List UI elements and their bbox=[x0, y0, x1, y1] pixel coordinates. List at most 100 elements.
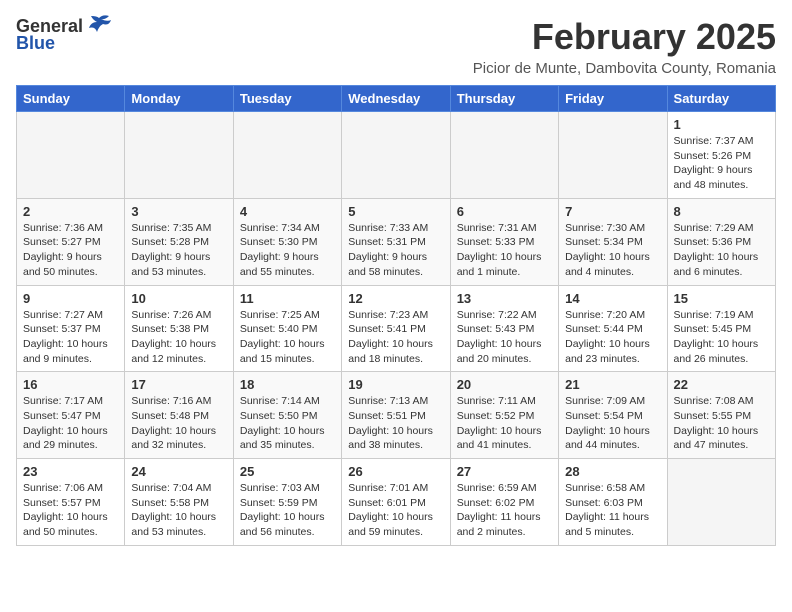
day-number: 10 bbox=[131, 291, 226, 306]
day-info: Sunrise: 7:30 AM Sunset: 5:34 PM Dayligh… bbox=[565, 221, 660, 280]
calendar-cell: 9Sunrise: 7:27 AM Sunset: 5:37 PM Daylig… bbox=[17, 285, 125, 372]
day-info: Sunrise: 7:35 AM Sunset: 5:28 PM Dayligh… bbox=[131, 221, 226, 280]
day-header-tuesday: Tuesday bbox=[233, 86, 341, 112]
day-number: 25 bbox=[240, 464, 335, 479]
day-info: Sunrise: 7:26 AM Sunset: 5:38 PM Dayligh… bbox=[131, 308, 226, 367]
day-info: Sunrise: 7:33 AM Sunset: 5:31 PM Dayligh… bbox=[348, 221, 443, 280]
day-info: Sunrise: 6:59 AM Sunset: 6:02 PM Dayligh… bbox=[457, 481, 552, 540]
day-info: Sunrise: 7:09 AM Sunset: 5:54 PM Dayligh… bbox=[565, 394, 660, 453]
day-info: Sunrise: 7:14 AM Sunset: 5:50 PM Dayligh… bbox=[240, 394, 335, 453]
calendar-week-4: 16 Sunrise: 7:17 AM Sunset: 5:47 PM Dayli… bbox=[17, 372, 776, 459]
calendar-week-3: 9Sunrise: 7:27 AM Sunset: 5:37 PM Daylig… bbox=[17, 285, 776, 372]
day-number: 13 bbox=[457, 291, 552, 306]
day-number: 1 bbox=[674, 117, 769, 132]
day-number: 6 bbox=[457, 204, 552, 219]
calendar-cell: 18 Sunrise: 7:14 AM Sunset: 5:50 PM Dayli… bbox=[233, 372, 341, 459]
day-info: Sunrise: 7:03 AM Sunset: 5:59 PM Dayligh… bbox=[240, 481, 335, 540]
calendar-cell: 15 Sunrise: 7:19 AM Sunset: 5:45 PM Dayli… bbox=[667, 285, 775, 372]
day-info: Sunrise: 7:34 AM Sunset: 5:30 PM Dayligh… bbox=[240, 221, 335, 280]
day-header-wednesday: Wednesday bbox=[342, 86, 450, 112]
calendar-cell: 23 Sunrise: 7:06 AM Sunset: 5:57 PM Dayli… bbox=[17, 459, 125, 546]
calendar-cell: 6Sunrise: 7:31 AM Sunset: 5:33 PM Daylig… bbox=[450, 198, 558, 285]
calendar-cell: 21 Sunrise: 7:09 AM Sunset: 5:54 PM Dayli… bbox=[559, 372, 667, 459]
calendar-table: SundayMondayTuesdayWednesdayThursdayFrid… bbox=[16, 85, 776, 546]
calendar-cell: 27Sunrise: 6:59 AM Sunset: 6:02 PM Dayli… bbox=[450, 459, 558, 546]
day-header-saturday: Saturday bbox=[667, 86, 775, 112]
day-header-sunday: Sunday bbox=[17, 86, 125, 112]
day-info: Sunrise: 7:22 AM Sunset: 5:43 PM Dayligh… bbox=[457, 308, 552, 367]
calendar-cell bbox=[342, 112, 450, 199]
day-number: 8 bbox=[674, 204, 769, 219]
day-number: 18 bbox=[240, 377, 335, 392]
day-number: 20 bbox=[457, 377, 552, 392]
calendar-cell: 28 Sunrise: 6:58 AM Sunset: 6:03 PM Dayli… bbox=[559, 459, 667, 546]
day-number: 21 bbox=[565, 377, 660, 392]
day-info: Sunrise: 7:17 AM Sunset: 5:47 PM Dayligh… bbox=[23, 394, 118, 453]
day-info: Sunrise: 7:11 AM Sunset: 5:52 PM Dayligh… bbox=[457, 394, 552, 453]
logo: General Blue bbox=[16, 16, 113, 54]
day-info: Sunrise: 7:20 AM Sunset: 5:44 PM Dayligh… bbox=[565, 308, 660, 367]
day-info: Sunrise: 7:36 AM Sunset: 5:27 PM Dayligh… bbox=[23, 221, 118, 280]
calendar-week-5: 23 Sunrise: 7:06 AM Sunset: 5:57 PM Dayli… bbox=[17, 459, 776, 546]
day-info: Sunrise: 7:06 AM Sunset: 5:57 PM Dayligh… bbox=[23, 481, 118, 540]
calendar-cell bbox=[125, 112, 233, 199]
day-number: 16 bbox=[23, 377, 118, 392]
calendar-cell: 13 Sunrise: 7:22 AM Sunset: 5:43 PM Dayli… bbox=[450, 285, 558, 372]
calendar-cell: 24 Sunrise: 7:04 AM Sunset: 5:58 PM Dayli… bbox=[125, 459, 233, 546]
logo-blue: Blue bbox=[16, 33, 55, 54]
calendar-header-row: SundayMondayTuesdayWednesdayThursdayFrid… bbox=[17, 86, 776, 112]
calendar-title: February 2025 bbox=[473, 16, 776, 58]
day-number: 19 bbox=[348, 377, 443, 392]
calendar-cell: 19 Sunrise: 7:13 AM Sunset: 5:51 PM Dayli… bbox=[342, 372, 450, 459]
calendar-cell: 7 Sunrise: 7:30 AM Sunset: 5:34 PM Daylig… bbox=[559, 198, 667, 285]
day-number: 15 bbox=[674, 291, 769, 306]
day-info: Sunrise: 7:13 AM Sunset: 5:51 PM Dayligh… bbox=[348, 394, 443, 453]
calendar-cell: 22 Sunrise: 7:08 AM Sunset: 5:55 PM Dayli… bbox=[667, 372, 775, 459]
calendar-cell: 8 Sunrise: 7:29 AM Sunset: 5:36 PM Daylig… bbox=[667, 198, 775, 285]
day-number: 23 bbox=[23, 464, 118, 479]
day-number: 26 bbox=[348, 464, 443, 479]
calendar-cell: 14 Sunrise: 7:20 AM Sunset: 5:44 PM Dayli… bbox=[559, 285, 667, 372]
calendar-cell: 5 Sunrise: 7:33 AM Sunset: 5:31 PM Daylig… bbox=[342, 198, 450, 285]
day-number: 12 bbox=[348, 291, 443, 306]
calendar-cell: 20 Sunrise: 7:11 AM Sunset: 5:52 PM Dayli… bbox=[450, 372, 558, 459]
calendar-cell: 2 Sunrise: 7:36 AM Sunset: 5:27 PM Daylig… bbox=[17, 198, 125, 285]
day-number: 5 bbox=[348, 204, 443, 219]
day-number: 9 bbox=[23, 291, 118, 306]
day-number: 17 bbox=[131, 377, 226, 392]
day-info: Sunrise: 7:19 AM Sunset: 5:45 PM Dayligh… bbox=[674, 308, 769, 367]
day-number: 22 bbox=[674, 377, 769, 392]
logo-bird-icon bbox=[85, 14, 113, 36]
calendar-cell bbox=[233, 112, 341, 199]
day-number: 2 bbox=[23, 204, 118, 219]
day-number: 14 bbox=[565, 291, 660, 306]
calendar-cell: 10 Sunrise: 7:26 AM Sunset: 5:38 PM Dayli… bbox=[125, 285, 233, 372]
day-info: Sunrise: 7:25 AM Sunset: 5:40 PM Dayligh… bbox=[240, 308, 335, 367]
day-number: 24 bbox=[131, 464, 226, 479]
calendar-week-1: 1 Sunrise: 7:37 AM Sunset: 5:26 PM Daylig… bbox=[17, 112, 776, 199]
calendar-cell: 25 Sunrise: 7:03 AM Sunset: 5:59 PM Dayli… bbox=[233, 459, 341, 546]
day-info: Sunrise: 7:04 AM Sunset: 5:58 PM Dayligh… bbox=[131, 481, 226, 540]
calendar-cell: 11 Sunrise: 7:25 AM Sunset: 5:40 PM Dayli… bbox=[233, 285, 341, 372]
day-info: Sunrise: 7:37 AM Sunset: 5:26 PM Dayligh… bbox=[674, 134, 769, 193]
day-header-friday: Friday bbox=[559, 86, 667, 112]
calendar-week-2: 2 Sunrise: 7:36 AM Sunset: 5:27 PM Daylig… bbox=[17, 198, 776, 285]
day-info: Sunrise: 7:01 AM Sunset: 6:01 PM Dayligh… bbox=[348, 481, 443, 540]
day-header-monday: Monday bbox=[125, 86, 233, 112]
day-number: 11 bbox=[240, 291, 335, 306]
calendar-cell: 1 Sunrise: 7:37 AM Sunset: 5:26 PM Daylig… bbox=[667, 112, 775, 199]
calendar-cell: 26 Sunrise: 7:01 AM Sunset: 6:01 PM Dayli… bbox=[342, 459, 450, 546]
day-number: 7 bbox=[565, 204, 660, 219]
day-info: Sunrise: 7:08 AM Sunset: 5:55 PM Dayligh… bbox=[674, 394, 769, 453]
calendar-subtitle: Picior de Munte, Dambovita County, Roman… bbox=[473, 60, 776, 77]
day-number: 3 bbox=[131, 204, 226, 219]
calendar-cell: 3 Sunrise: 7:35 AM Sunset: 5:28 PM Daylig… bbox=[125, 198, 233, 285]
day-number: 28 bbox=[565, 464, 660, 479]
day-number: 4 bbox=[240, 204, 335, 219]
calendar-cell bbox=[559, 112, 667, 199]
calendar-cell: 12Sunrise: 7:23 AM Sunset: 5:41 PM Dayli… bbox=[342, 285, 450, 372]
day-info: Sunrise: 6:58 AM Sunset: 6:03 PM Dayligh… bbox=[565, 481, 660, 540]
day-info: Sunrise: 7:29 AM Sunset: 5:36 PM Dayligh… bbox=[674, 221, 769, 280]
day-info: Sunrise: 7:16 AM Sunset: 5:48 PM Dayligh… bbox=[131, 394, 226, 453]
calendar-cell: 17 Sunrise: 7:16 AM Sunset: 5:48 PM Dayli… bbox=[125, 372, 233, 459]
